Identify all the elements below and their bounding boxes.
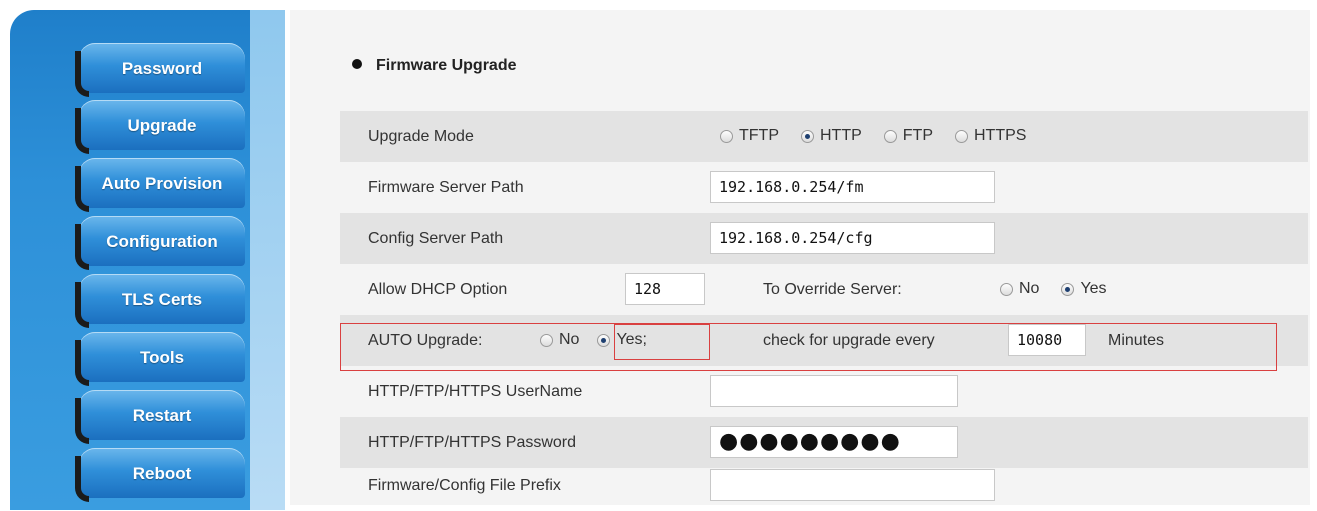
- override-server-label: To Override Server:: [763, 281, 902, 298]
- row-config-server-path: Config Server Path 192.168.0.254/cfg: [340, 213, 1308, 264]
- radio-icon: [1000, 282, 1013, 296]
- dhcp-option-input[interactable]: 128: [625, 273, 705, 305]
- config-server-path-input[interactable]: 192.168.0.254/cfg: [710, 222, 995, 254]
- highlight-box-yes: [614, 324, 710, 360]
- upgrade-mode-label: Upgrade Mode: [368, 128, 474, 145]
- sidebar: Password Upgrade Auto Provision Configur…: [10, 10, 285, 510]
- radio-label: No: [1019, 280, 1040, 297]
- username-label: HTTP/FTP/HTTPS UserName: [368, 383, 583, 400]
- row-dhcp-option: Allow DHCP Option 128 To Override Server…: [340, 264, 1308, 315]
- config-server-path-label: Config Server Path: [368, 230, 504, 247]
- row-username: HTTP/FTP/HTTPS UserName: [340, 366, 1308, 417]
- radio-icon: [955, 129, 968, 143]
- radio-label: HTTPS: [974, 127, 1027, 144]
- dhcp-option-label: Allow DHCP Option: [368, 281, 508, 298]
- sidebar-edge: [250, 10, 285, 510]
- upgrade-mode-radio-group: TFTP HTTP FTP HTTPS: [720, 127, 1048, 145]
- row-firmware-server-path: Firmware Server Path 192.168.0.254/fm: [340, 162, 1308, 213]
- sidebar-item-reboot[interactable]: Reboot: [75, 448, 245, 502]
- sidebar-item-label: Upgrade: [127, 116, 197, 135]
- sidebar-item-label: Restart: [132, 406, 192, 425]
- radio-icon: [720, 129, 733, 143]
- username-input[interactable]: [710, 375, 958, 407]
- radio-selected-icon: [801, 129, 814, 143]
- sidebar-item-label: Auto Provision: [101, 174, 223, 193]
- section-header: Firmware Upgrade: [352, 57, 516, 75]
- radio-http[interactable]: HTTP: [801, 127, 862, 145]
- override-server-radio-group: No Yes: [1000, 280, 1129, 298]
- sidebar-item-tls-certs[interactable]: TLS Certs: [75, 274, 245, 328]
- sidebar-item-tools[interactable]: Tools: [75, 332, 245, 386]
- sidebar-item-configuration[interactable]: Configuration: [75, 216, 245, 270]
- sidebar-item-label: TLS Certs: [121, 290, 203, 309]
- bullet-icon: [352, 59, 362, 69]
- radio-tftp[interactable]: TFTP: [720, 127, 779, 145]
- section-title: Firmware Upgrade: [376, 57, 517, 74]
- file-prefix-input[interactable]: [710, 469, 995, 501]
- highlight-box-auto-upgrade: [340, 323, 1277, 371]
- radio-ftp[interactable]: FTP: [883, 127, 933, 145]
- radio-selected-icon: [1061, 282, 1075, 296]
- row-file-prefix: Firmware/Config File Prefix: [340, 460, 1308, 511]
- radio-label: Yes: [1080, 280, 1107, 297]
- radio-label: FTP: [902, 127, 933, 144]
- row-upgrade-mode: Upgrade Mode TFTP HTTP FTP HTTPS: [340, 111, 1308, 162]
- sidebar-item-label: Tools: [139, 348, 185, 367]
- file-prefix-label: Firmware/Config File Prefix: [368, 477, 561, 494]
- radio-https[interactable]: HTTPS: [955, 127, 1026, 145]
- firmware-server-path-label: Firmware Server Path: [368, 179, 524, 196]
- radio-label: HTTP: [820, 127, 862, 144]
- password-label: HTTP/FTP/HTTPS Password: [368, 434, 577, 451]
- sidebar-item-auto-provision[interactable]: Auto Provision: [75, 158, 245, 212]
- password-input[interactable]: ●●●●●●●●●: [710, 426, 958, 458]
- radio-label: TFTP: [739, 127, 779, 144]
- sidebar-item-password[interactable]: Password: [75, 43, 245, 97]
- sidebar-item-label: Configuration: [106, 232, 218, 251]
- sidebar-item-upgrade[interactable]: Upgrade: [75, 100, 245, 154]
- sidebar-item-label: Password: [121, 59, 203, 78]
- radio-icon: [883, 129, 897, 143]
- sidebar-item-label: Reboot: [132, 464, 192, 483]
- main-panel: Firmware Upgrade Upgrade Mode TFTP HTTP …: [290, 10, 1310, 505]
- firmware-server-path-input[interactable]: 192.168.0.254/fm: [710, 171, 995, 203]
- radio-override-yes[interactable]: Yes: [1061, 280, 1107, 298]
- radio-override-no[interactable]: No: [1000, 280, 1039, 298]
- sidebar-item-restart[interactable]: Restart: [75, 390, 245, 444]
